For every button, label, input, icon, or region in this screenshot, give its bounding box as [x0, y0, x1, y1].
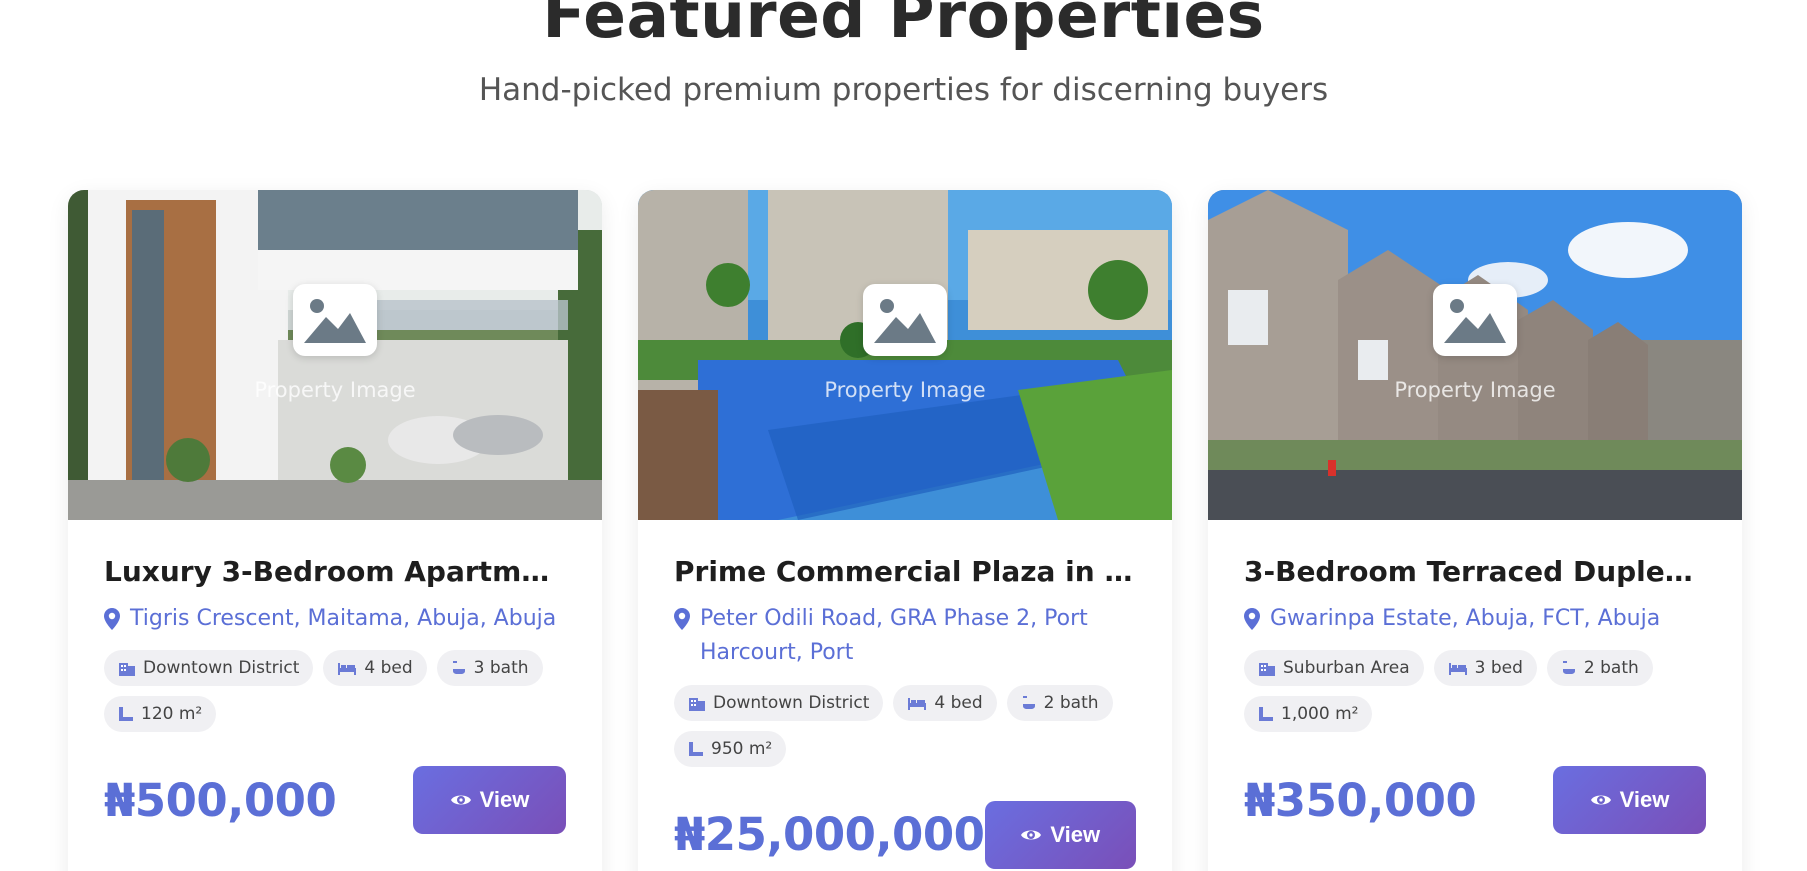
building-icon	[1259, 663, 1275, 677]
size-chip: 950 m²	[674, 730, 787, 767]
beds-text: 4 bed	[934, 692, 983, 713]
card-footer: ₦350,000 View	[1244, 766, 1706, 835]
property-location: Gwarinpa Estate, Abuja, FCT, Abuja	[1244, 602, 1706, 636]
property-location: Tigris Crescent, Maitama, Abuja, Abuja	[104, 602, 566, 636]
building-icon	[119, 663, 135, 677]
size-chip: 1,000 m²	[1244, 696, 1373, 733]
section-subtitle: Hand-picked premium properties for disce…	[478, 72, 1329, 108]
card-footer: ₦25,000,000 View	[674, 800, 1136, 869]
baths-text: 2 bath	[1043, 692, 1099, 713]
image-placeholder-icon	[293, 284, 377, 356]
area-chip: Suburban Area	[1244, 650, 1424, 687]
baths-text: 2 bath	[1583, 658, 1639, 679]
property-card: Property Image 3-Bedroom Terraced Duplex…	[1208, 190, 1742, 871]
view-button[interactable]: View	[413, 766, 566, 835]
map-pin-icon	[104, 608, 120, 631]
baths-chip: 2 bath	[1546, 650, 1653, 687]
property-card: Property Image Prime Commercial Plaza in…	[638, 190, 1172, 871]
property-image[interactable]: Property Image	[1208, 190, 1742, 520]
image-placeholder-label: Property Image	[1394, 378, 1556, 402]
size-text: 120 m²	[141, 704, 203, 725]
location-text: Peter Odili Road, GRA Phase 2, Port Harc…	[700, 606, 1088, 666]
bath-icon	[1022, 695, 1035, 709]
size-chip: 120 m²	[104, 696, 217, 733]
area-text: Downtown District	[713, 692, 870, 713]
map-pin-icon	[1244, 608, 1260, 631]
property-title[interactable]: 3-Bedroom Terraced Duplex ...	[1244, 554, 1706, 590]
area-text: Suburban Area	[1283, 658, 1410, 679]
ruler-icon	[119, 707, 133, 722]
bed-icon	[908, 697, 927, 710]
beds-text: 3 bed	[1474, 658, 1523, 679]
location-text: Gwarinpa Estate, Abuja, FCT, Abuja	[1270, 606, 1661, 632]
bath-icon	[452, 661, 465, 675]
eye-icon	[450, 795, 471, 805]
property-features: Downtown District 4 bed	[104, 650, 566, 733]
area-text: Downtown District	[143, 658, 300, 679]
property-title[interactable]: Luxury 3-Bedroom Apartme...	[104, 554, 566, 590]
baths-text: 3 bath	[473, 658, 529, 679]
property-location: Peter Odili Road, GRA Phase 2, Port Harc…	[674, 602, 1136, 670]
view-button[interactable]: View	[1553, 766, 1706, 835]
image-placeholder-icon	[1433, 284, 1517, 356]
property-title[interactable]: Prime Commercial Plaza in G...	[674, 554, 1136, 590]
map-pin-icon	[674, 608, 690, 631]
view-button-label: View	[479, 787, 530, 813]
eye-icon	[1590, 795, 1611, 805]
view-button[interactable]: View	[984, 800, 1136, 869]
area-chip: Downtown District	[104, 650, 314, 687]
property-price: ₦500,000	[104, 773, 337, 827]
size-text: 950 m²	[711, 738, 773, 759]
image-placeholder-label: Property Image	[254, 378, 416, 402]
location-text: Tigris Crescent, Maitama, Abuja, Abuja	[130, 606, 557, 632]
property-image[interactable]: Property Image	[68, 190, 602, 520]
property-image[interactable]: Property Image	[638, 190, 1172, 520]
view-button-label: View	[1050, 821, 1101, 847]
featured-properties-section: Featured Properties Hand-picked premium …	[0, 0, 1807, 871]
beds-chip: 4 bed	[323, 650, 427, 687]
baths-chip: 2 bath	[1006, 684, 1113, 721]
property-grid: Property Image Luxury 3-Bedroom Apartme.…	[68, 190, 1742, 871]
building-icon	[689, 697, 705, 711]
ruler-icon	[1259, 707, 1273, 722]
bed-icon	[1448, 663, 1467, 676]
eye-icon	[1021, 830, 1042, 840]
property-features: Suburban Area 3 bed 2 bath 1,000 m²	[1244, 650, 1706, 733]
image-placeholder-icon	[863, 284, 947, 356]
size-text: 1,000 m²	[1281, 704, 1359, 725]
bath-icon	[1562, 661, 1575, 675]
bed-icon	[338, 663, 357, 676]
beds-chip: 4 bed	[893, 684, 997, 721]
view-button-label: View	[1619, 787, 1670, 813]
property-price: ₦25,000,000	[674, 808, 985, 862]
image-placeholder-label: Property Image	[824, 378, 986, 402]
section-title: Featured Properties	[542, 0, 1265, 52]
beds-text: 4 bed	[364, 658, 413, 679]
area-chip: Downtown District	[674, 684, 884, 721]
card-footer: ₦500,000 View	[104, 766, 566, 835]
property-card: Property Image Luxury 3-Bedroom Apartme.…	[68, 190, 602, 871]
property-features: Downtown District 4 bed	[674, 684, 1136, 767]
property-price: ₦350,000	[1244, 773, 1477, 827]
baths-chip: 3 bath	[436, 650, 543, 687]
ruler-icon	[689, 741, 703, 756]
beds-chip: 3 bed	[1433, 650, 1537, 687]
